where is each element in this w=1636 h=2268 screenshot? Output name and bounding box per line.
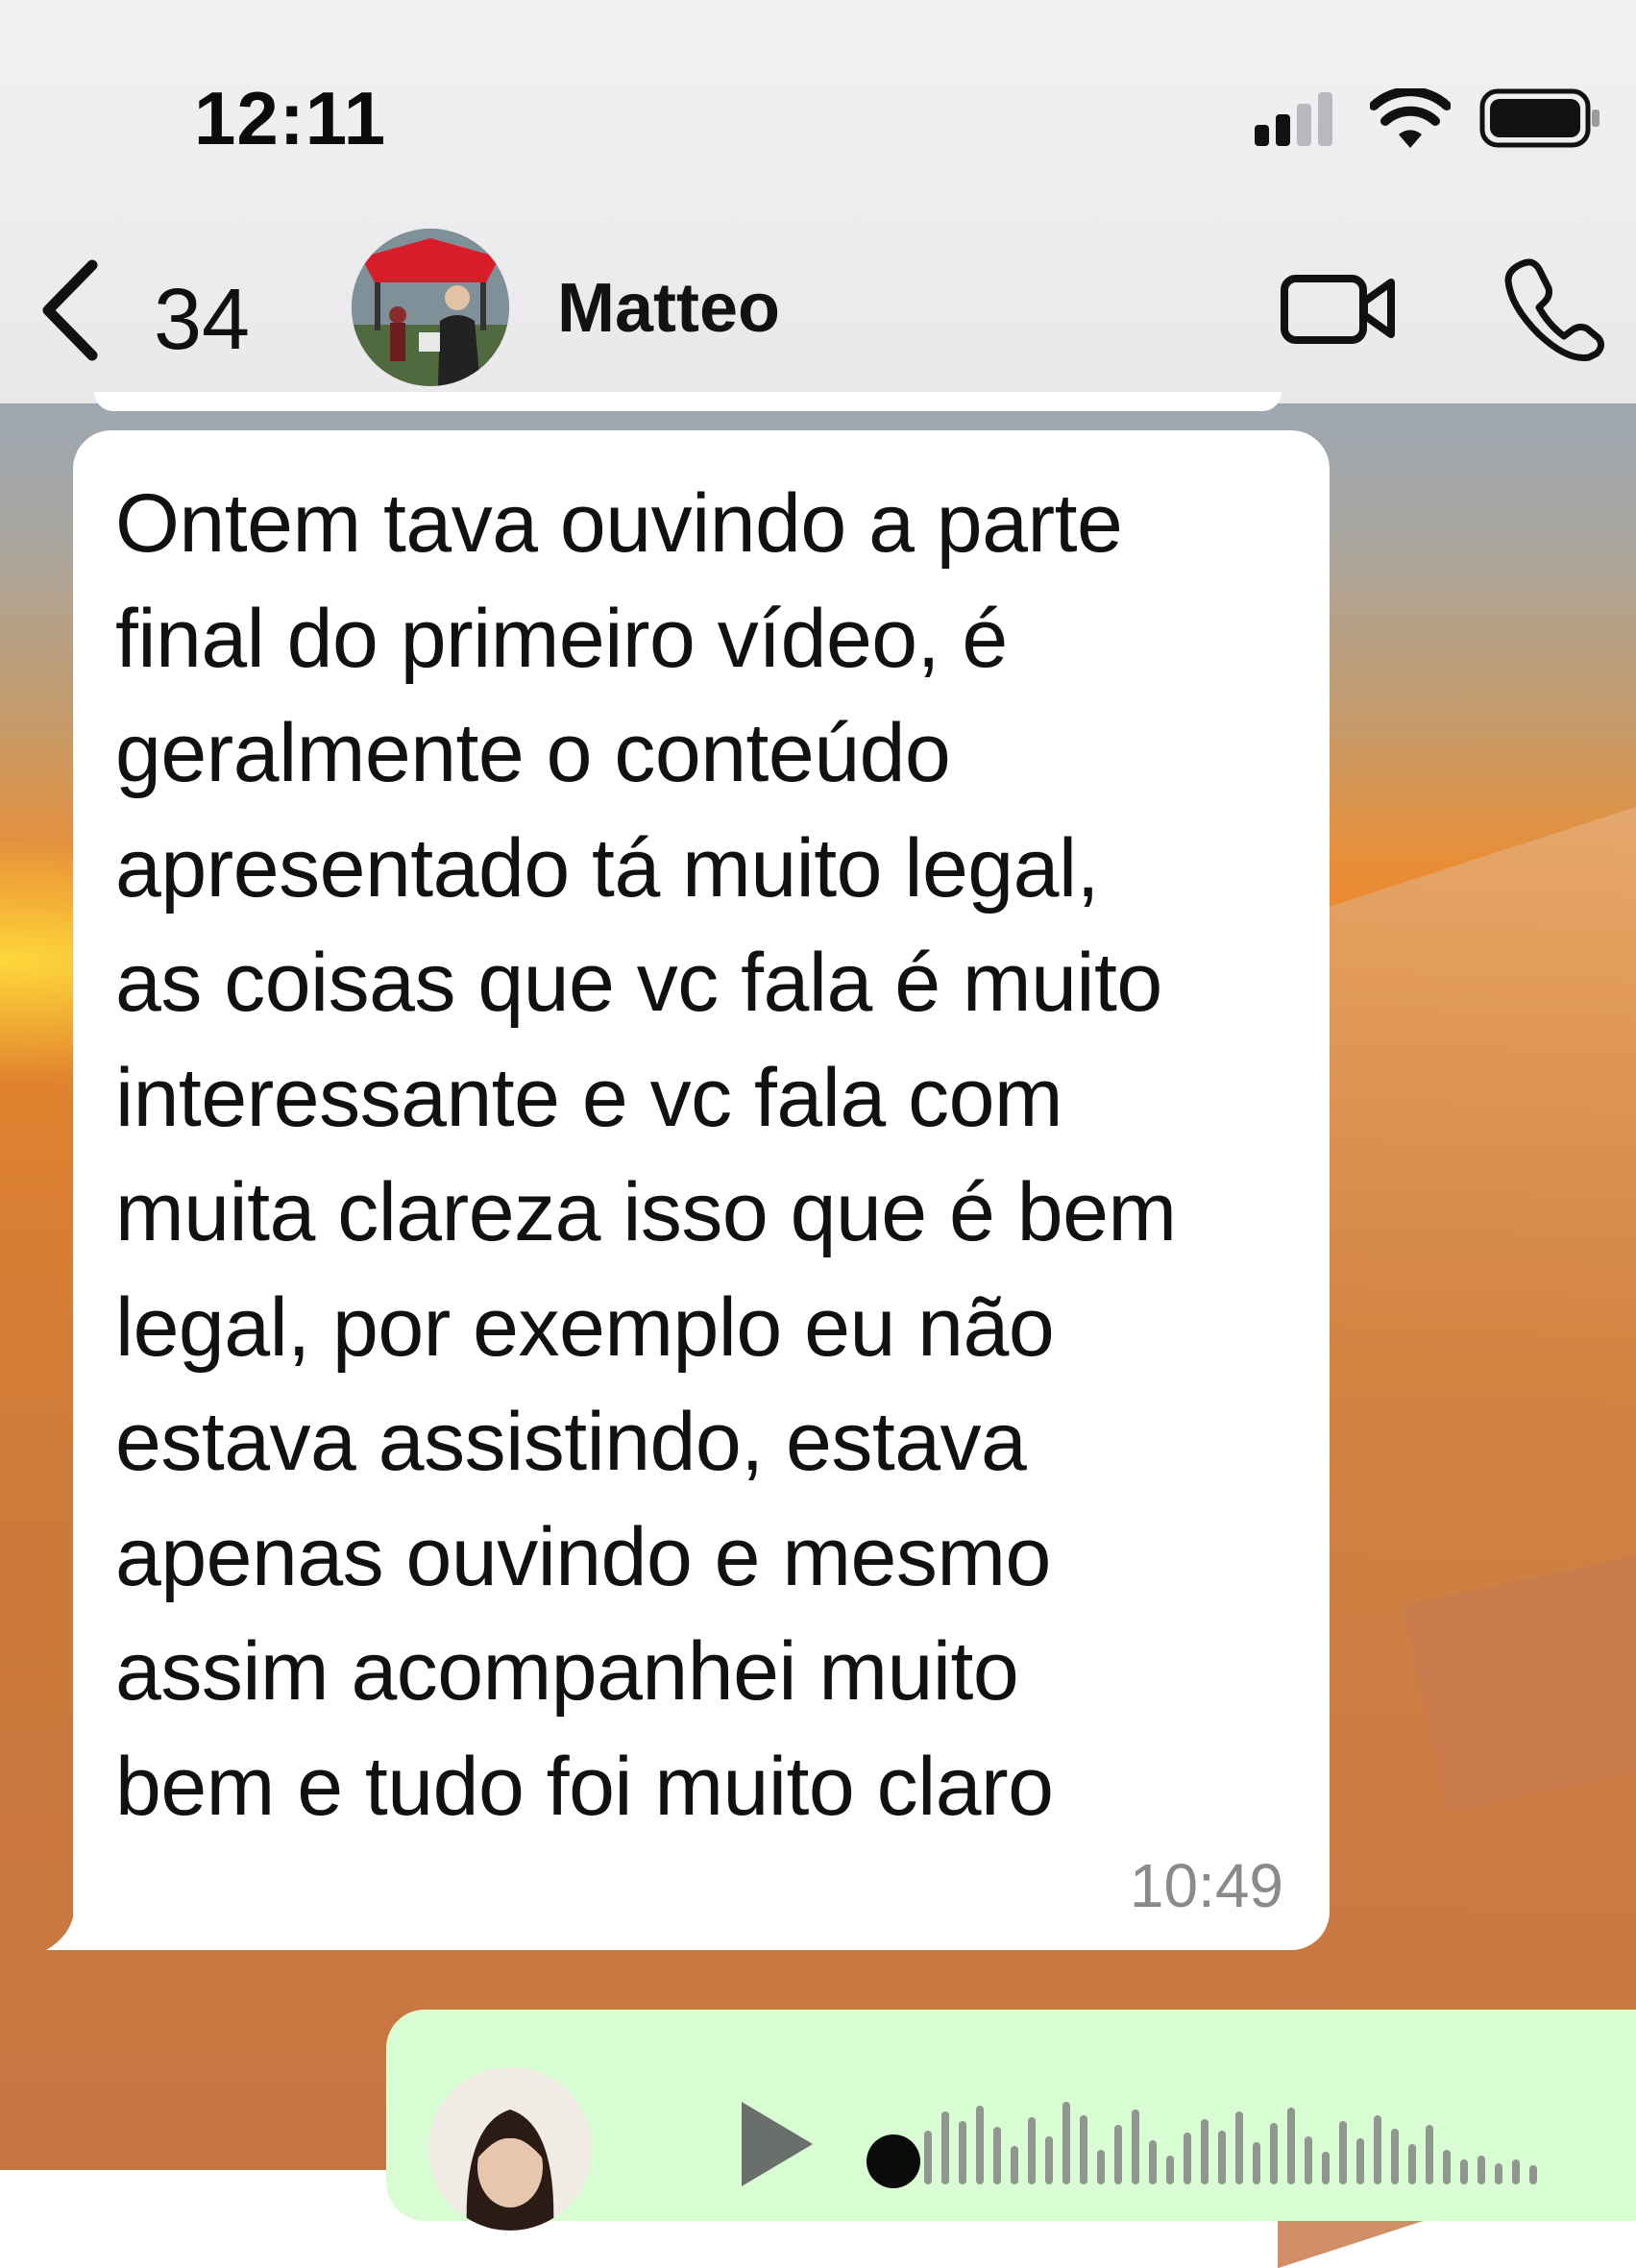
battery-icon xyxy=(1479,88,1599,148)
playback-scrubber[interactable] xyxy=(867,2134,920,2188)
message-line: apenas ouvindo e mesmo xyxy=(115,1510,1051,1603)
wifi-icon xyxy=(1370,88,1451,148)
status-time: 12:11 xyxy=(194,76,387,160)
message-line: as coisas que vc fala é muito xyxy=(115,937,1162,1029)
phone-icon[interactable] xyxy=(1501,256,1606,361)
previous-message-bubble xyxy=(94,392,1282,411)
message-line: assim acompanhei muito xyxy=(115,1625,1019,1718)
message-timestamp: 10:49 xyxy=(1129,1851,1283,1920)
sender-avatar xyxy=(428,2067,592,2231)
chat-nav-bar: 34 Matteo xyxy=(0,221,1636,394)
message-line: interessante e vc fala com xyxy=(115,1051,1063,1144)
avatar-photo xyxy=(352,229,509,386)
message-line: muita clareza isso que é bem xyxy=(115,1166,1177,1258)
outgoing-voice-note-bubble[interactable] xyxy=(386,2010,1636,2231)
message-line: apresentado tá muito legal, xyxy=(115,821,1099,915)
contact-avatar[interactable] xyxy=(352,229,509,386)
message-line: bem e tudo foi muito claro xyxy=(115,1740,1054,1833)
message-line: legal, por exemplo eu não xyxy=(115,1280,1055,1374)
avatar-photo xyxy=(428,2067,592,2231)
chat-header: 12:11 34 Matteo xyxy=(0,0,1636,403)
play-icon[interactable] xyxy=(732,2096,818,2192)
chevron-left-icon xyxy=(42,259,98,361)
incoming-message-bubble[interactable]: Ontem tava ouvindo a parte final do prim… xyxy=(73,430,1330,1950)
waveform-icon xyxy=(924,2102,1537,2184)
message-line: final do primeiro vídeo, é xyxy=(115,592,1008,685)
back-button[interactable]: 34 xyxy=(37,250,286,368)
video-camera-icon[interactable] xyxy=(1280,265,1397,352)
message-text: Ontem tava ouvindo a parte final do prim… xyxy=(115,467,1316,1844)
contact-name[interactable]: Matteo xyxy=(557,269,780,348)
message-line: Ontem tava ouvindo a parte xyxy=(115,477,1123,570)
message-line: estava assistindo, estava xyxy=(115,1396,1027,1488)
signal-icon xyxy=(1255,92,1341,146)
unread-count: 34 xyxy=(154,272,251,368)
message-line: geralmente o conteúdo xyxy=(115,707,951,799)
